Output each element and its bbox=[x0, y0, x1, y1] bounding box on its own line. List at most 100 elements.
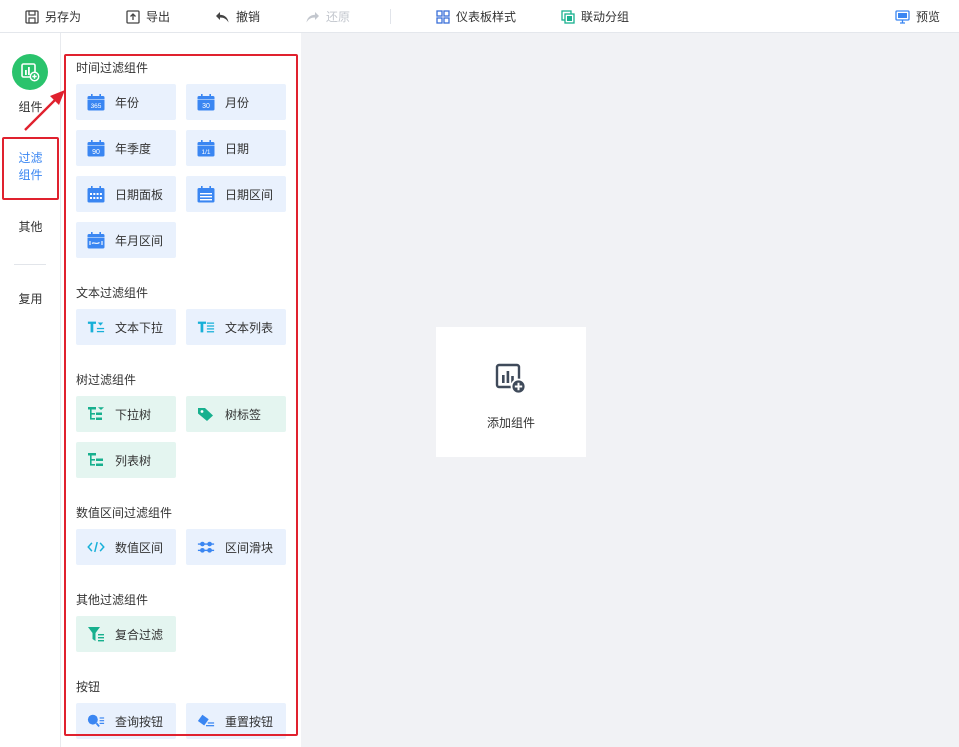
tree-list-icon bbox=[87, 451, 105, 469]
card-tree-tag-label: 树标签 bbox=[225, 407, 262, 422]
code-brackets-icon bbox=[87, 538, 105, 556]
slider-icon bbox=[197, 538, 215, 556]
card-dropdown-tree-label: 下拉树 bbox=[115, 407, 152, 422]
save-as-label: 另存为 bbox=[45, 10, 82, 24]
funnel-icon bbox=[87, 625, 105, 643]
toolbar-divider bbox=[390, 9, 391, 24]
export-icon bbox=[126, 9, 140, 24]
svg-text:30: 30 bbox=[202, 103, 210, 110]
card-month-label: 月份 bbox=[225, 95, 250, 110]
card-list-tree-label: 列表树 bbox=[115, 453, 152, 468]
linkage-icon bbox=[561, 9, 575, 24]
card-dropdown-tree[interactable]: 下拉树 bbox=[76, 396, 176, 432]
tag-icon bbox=[197, 405, 215, 423]
rail-component-label: 组件 bbox=[18, 100, 43, 114]
rail-item-reuse[interactable]: 复用 bbox=[0, 291, 61, 308]
card-date[interactable]: 1/1 日期 bbox=[186, 130, 286, 166]
text-dropdown-icon bbox=[87, 318, 105, 336]
undo-icon bbox=[216, 11, 229, 22]
card-date-range[interactable]: 日期区间 bbox=[186, 176, 286, 212]
svg-text:365: 365 bbox=[91, 103, 102, 110]
save-icon bbox=[25, 9, 39, 24]
card-year-label: 年份 bbox=[115, 95, 140, 110]
svg-text:90: 90 bbox=[92, 149, 100, 156]
card-text-list[interactable]: 文本列表 bbox=[186, 309, 286, 345]
card-text-dropdown-label: 文本下拉 bbox=[115, 320, 164, 335]
add-component-label: 添加组件 bbox=[486, 416, 535, 430]
export-button[interactable]: 导出 bbox=[126, 0, 170, 33]
card-numeric-range-label: 数值区间 bbox=[115, 540, 164, 555]
card-list-tree[interactable]: 列表树 bbox=[76, 442, 176, 478]
dashboard-style-button[interactable]: 仪表板样式 bbox=[436, 0, 516, 33]
section-title-text: 文本过滤组件 bbox=[76, 286, 149, 300]
calendar-grid-icon bbox=[87, 185, 105, 203]
rail-reuse-label: 复用 bbox=[18, 292, 43, 306]
preview-button[interactable]: 预览 bbox=[895, 0, 940, 33]
card-year-quarter[interactable]: 90 年季度 bbox=[76, 130, 176, 166]
card-text-dropdown[interactable]: 文本下拉 bbox=[76, 309, 176, 345]
undo-button[interactable]: 撤销 bbox=[215, 0, 260, 33]
top-toolbar: 另存为 导出 撤销 还原 仪表板样式 联动分组 预览 bbox=[0, 0, 959, 33]
card-year-quarter-label: 年季度 bbox=[115, 141, 152, 156]
rail-item-component[interactable]: 组件 bbox=[0, 99, 61, 116]
card-month[interactable]: 30 月份 bbox=[186, 84, 286, 120]
grid-icon bbox=[436, 9, 450, 24]
card-date-label: 日期 bbox=[225, 141, 250, 156]
calendar-day-icon: 1/1 bbox=[197, 139, 215, 157]
rail-divider bbox=[14, 264, 46, 265]
dashboard-canvas[interactable]: 添加组件 bbox=[301, 33, 959, 747]
card-query-button[interactable]: 查询按钮 bbox=[76, 703, 176, 739]
calendar-90-icon: 90 bbox=[87, 139, 105, 157]
card-year-month-range[interactable]: 年月区间 bbox=[76, 222, 176, 258]
eraser-icon bbox=[197, 712, 215, 730]
rail-filter-label-2: 组件 bbox=[18, 168, 43, 182]
card-year-month-range-label: 年月区间 bbox=[115, 233, 164, 248]
calendar-30-icon: 30 bbox=[197, 93, 215, 111]
tree-dropdown-icon bbox=[87, 405, 105, 423]
svg-text:1/1: 1/1 bbox=[201, 149, 210, 156]
add-component-card[interactable]: 添加组件 bbox=[436, 327, 586, 457]
rail-other-label: 其他 bbox=[18, 220, 43, 234]
export-label: 导出 bbox=[146, 10, 171, 24]
linkage-group-label: 联动分组 bbox=[581, 10, 630, 24]
card-range-slider[interactable]: 区间滑块 bbox=[186, 529, 286, 565]
section-title-other: 其他过滤组件 bbox=[76, 593, 149, 607]
card-composite-filter-label: 复合过滤 bbox=[115, 627, 164, 642]
card-date-panel[interactable]: 日期面板 bbox=[76, 176, 176, 212]
undo-label: 撤销 bbox=[236, 10, 261, 24]
card-reset-button[interactable]: 重置按钮 bbox=[186, 703, 286, 739]
section-title-tree: 树过滤组件 bbox=[76, 373, 137, 387]
card-text-list-label: 文本列表 bbox=[225, 320, 274, 335]
card-query-button-label: 查询按钮 bbox=[115, 714, 164, 729]
add-chart-icon bbox=[495, 363, 527, 398]
card-year[interactable]: 365 年份 bbox=[76, 84, 176, 120]
rail-item-filter[interactable]: 过滤 组件 bbox=[0, 150, 61, 184]
calendar-365-icon: 365 bbox=[87, 93, 105, 111]
monitor-icon bbox=[895, 9, 910, 24]
card-date-panel-label: 日期面板 bbox=[115, 187, 164, 202]
calendar-lines-icon bbox=[197, 185, 215, 203]
add-chart-logo-icon[interactable] bbox=[12, 54, 48, 90]
calendar-range-icon bbox=[87, 231, 105, 249]
section-title-numeric: 数值区间过滤组件 bbox=[76, 506, 173, 520]
card-numeric-range[interactable]: 数值区间 bbox=[76, 529, 176, 565]
preview-label: 预览 bbox=[916, 10, 941, 24]
search-icon bbox=[87, 712, 105, 730]
save-as-button[interactable]: 另存为 bbox=[25, 0, 81, 33]
card-reset-button-label: 重置按钮 bbox=[225, 714, 274, 729]
text-list-icon bbox=[197, 318, 215, 336]
redo-button[interactable]: 还原 bbox=[305, 0, 350, 33]
left-rail: 组件 过滤 组件 其他 复用 bbox=[0, 33, 61, 747]
redo-label: 还原 bbox=[326, 10, 351, 24]
dashboard-style-label: 仪表板样式 bbox=[456, 10, 517, 24]
linkage-group-button[interactable]: 联动分组 bbox=[561, 0, 629, 33]
rail-filter-label-1: 过滤 bbox=[18, 151, 43, 165]
redo-icon bbox=[306, 11, 319, 22]
card-composite-filter[interactable]: 复合过滤 bbox=[76, 616, 176, 652]
card-tree-tag[interactable]: 树标签 bbox=[186, 396, 286, 432]
section-title-time: 时间过滤组件 bbox=[76, 61, 149, 75]
rail-item-other[interactable]: 其他 bbox=[0, 219, 61, 236]
card-range-slider-label: 区间滑块 bbox=[225, 540, 274, 555]
card-date-range-label: 日期区间 bbox=[225, 187, 274, 202]
filter-component-panel: 时间过滤组件 365 年份 30 月份 90 年季度 1/1 日期 日期面板 日… bbox=[62, 33, 300, 747]
